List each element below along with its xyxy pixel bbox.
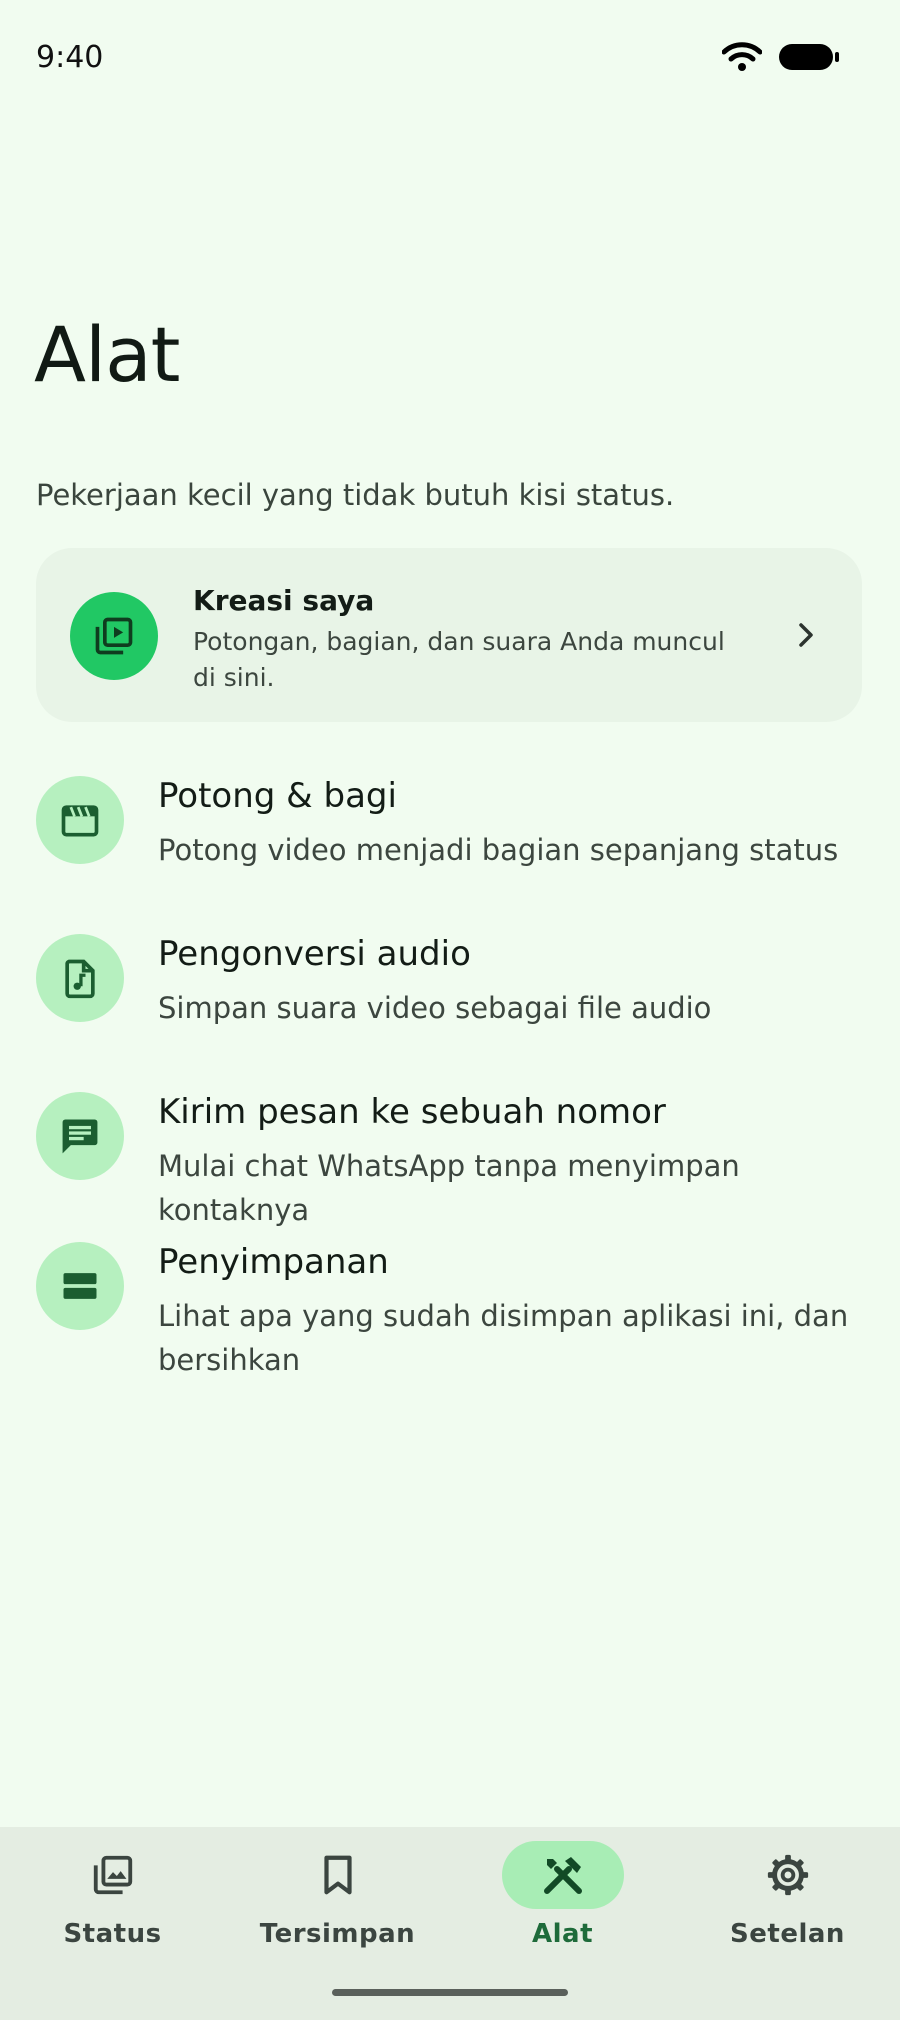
featured-title: Kreasi saya: [193, 584, 375, 617]
tool-title: Potong & bagi: [158, 776, 397, 816]
nav-label: Status: [63, 1919, 162, 1949]
message-icon: [36, 1092, 124, 1180]
nav-item-tools[interactable]: Alat: [450, 1827, 675, 1977]
page-subtitle: Pekerjaan kecil yang tidak butuh kisi st…: [36, 478, 675, 512]
wifi-icon: [721, 42, 763, 76]
battery-icon: [778, 42, 840, 76]
tool-description: Lihat apa yang sudah disimpan aplikasi i…: [158, 1299, 849, 1377]
featured-description: Potongan, bagian, dan suara Anda muncul …: [193, 627, 725, 692]
nav-label: Setelan: [730, 1919, 845, 1949]
nav-item-settings[interactable]: Setelan: [675, 1827, 900, 1977]
status-time: 9:40: [36, 40, 104, 75]
page-title: Alat: [34, 310, 180, 399]
bookmark-icon: [277, 1841, 399, 1909]
chevron-right-icon: [796, 620, 818, 654]
home-indicator[interactable]: [332, 1989, 568, 1996]
nav-label: Tersimpan: [259, 1919, 416, 1949]
tool-item-audio-converter[interactable]: Pengonversi audio Simpan suara video seb…: [36, 934, 866, 1044]
audio-file-icon: [36, 934, 124, 1022]
featured-card-my-creations[interactable]: Kreasi saya Potongan, bagian, dan suara …: [36, 548, 862, 722]
storage-icon: [36, 1242, 124, 1330]
tool-item-storage[interactable]: Penyimpanan Lihat apa yang sudah disimpa…: [36, 1242, 866, 1392]
status-bar: 9:40: [0, 0, 900, 118]
nav-item-status[interactable]: Status: [0, 1827, 225, 1977]
nav-item-saved[interactable]: Tersimpan: [225, 1827, 450, 1977]
gear-icon: [727, 1841, 849, 1909]
nav-label: Alat: [531, 1919, 593, 1949]
tool-description: Simpan suara video sebagai file audio: [158, 991, 712, 1025]
video-library-icon: [70, 592, 158, 680]
gallery-icon: [52, 1841, 174, 1909]
tool-description: Potong video menjadi bagian sepanjang st…: [158, 833, 839, 867]
tools-icon: [501, 1841, 624, 1909]
tool-title: Pengonversi audio: [158, 934, 471, 974]
bottom-navigation: Status Tersimpan Alat Setelan: [0, 1827, 900, 2020]
tool-title: Penyimpanan: [158, 1242, 389, 1282]
status-icons: [721, 42, 840, 76]
tool-title: Kirim pesan ke sebuah nomor: [158, 1092, 666, 1132]
tool-description: Mulai chat WhatsApp tanpa menyimpan kont…: [158, 1149, 740, 1227]
tool-item-trim-split[interactable]: Potong & bagi Potong video menjadi bagia…: [36, 776, 866, 886]
tool-item-send-message[interactable]: Kirim pesan ke sebuah nomor Mulai chat W…: [36, 1092, 866, 1227]
clapperboard-icon: [36, 776, 124, 864]
